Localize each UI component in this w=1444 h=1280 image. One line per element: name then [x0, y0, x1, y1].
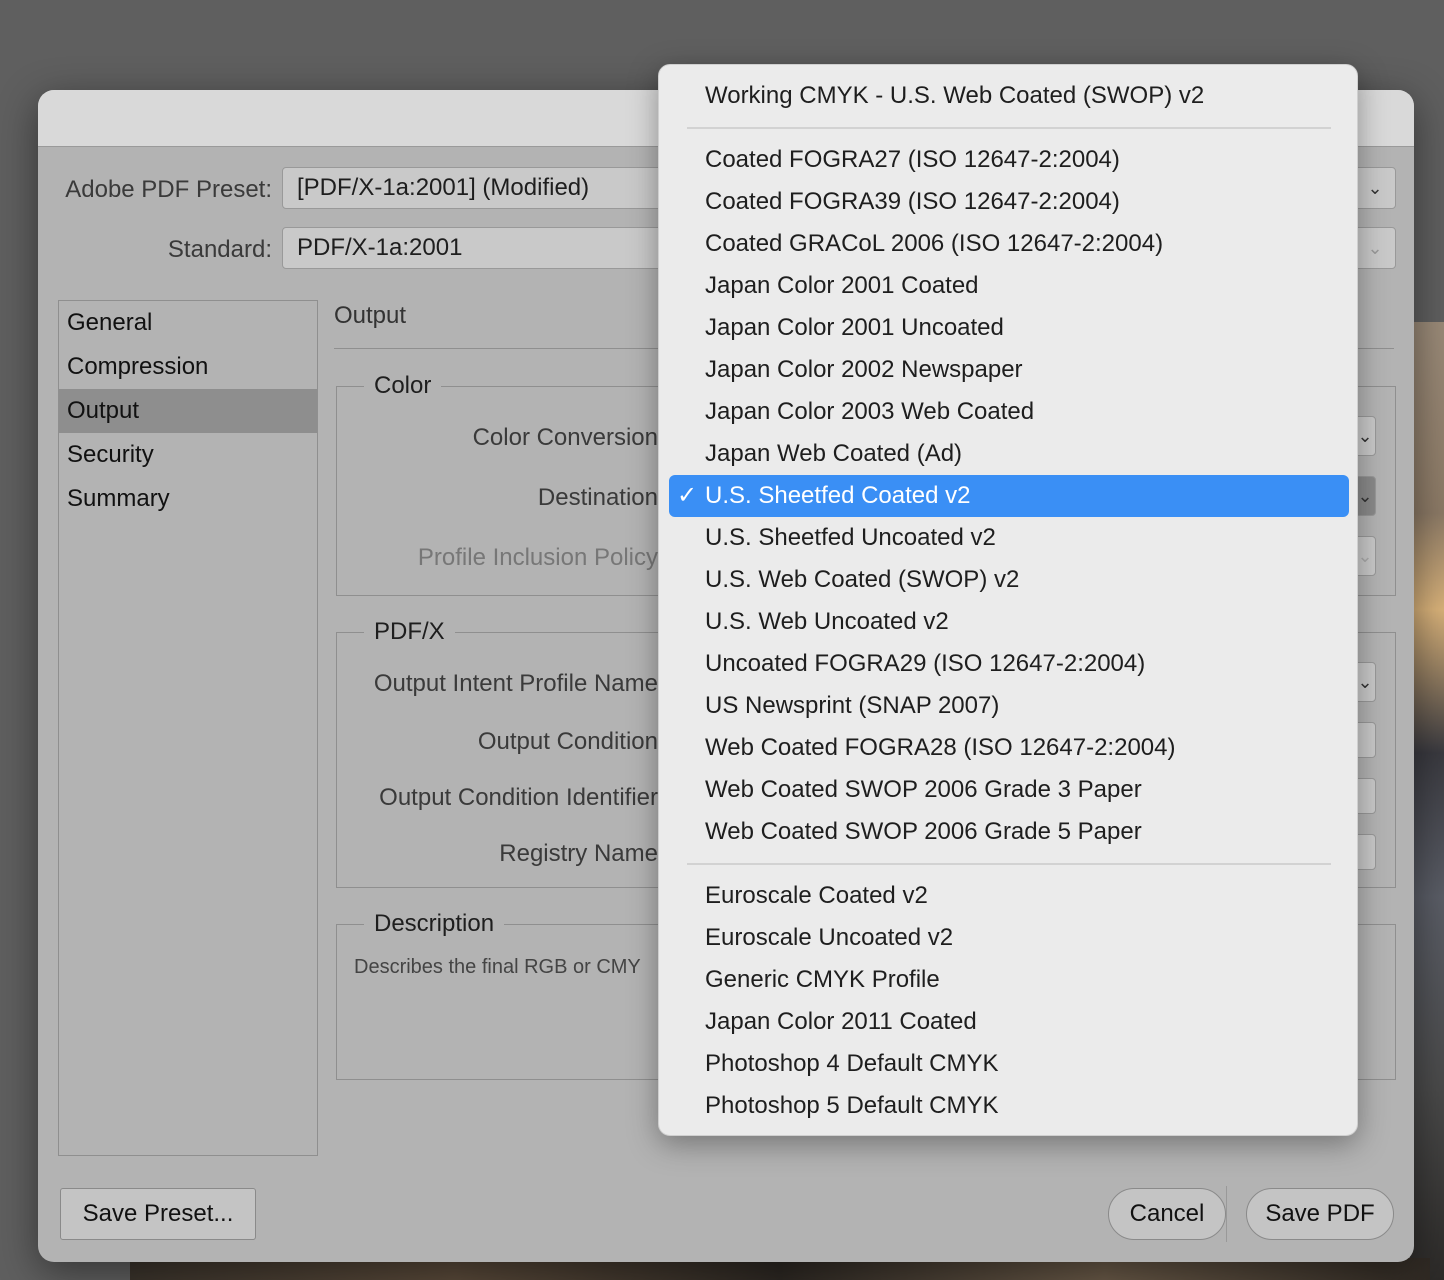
menu-item-japan-color-2001-coated[interactable]: Japan Color 2001 Coated [669, 265, 1349, 307]
menu-item-u-s-sheetfed-uncoated-v2[interactable]: U.S. Sheetfed Uncoated v2 [669, 517, 1349, 559]
background-photo [1410, 322, 1444, 1280]
menu-item-u-s-web-uncoated-v2[interactable]: U.S. Web Uncoated v2 [669, 601, 1349, 643]
checkmark-icon: ✓ [677, 482, 698, 509]
menu-item-label: Web Coated SWOP 2006 Grade 3 Paper [705, 776, 1142, 803]
standard-chevron-down-icon[interactable]: ⌄ [1354, 227, 1396, 269]
preset-select[interactable]: [PDF/X-1a:2001] (Modified) [282, 167, 702, 209]
menu-item-label: Web Coated SWOP 2006 Grade 5 Paper [705, 818, 1142, 845]
menu-item-label: U.S. Sheetfed Coated v2 [705, 482, 971, 509]
menu-item-uncoated-fogra29-iso-12647-2-2004[interactable]: Uncoated FOGRA29 (ISO 12647-2:2004) [669, 643, 1349, 685]
menu-item-web-coated-swop-2006-grade-5-paper[interactable]: Web Coated SWOP 2006 Grade 5 Paper [669, 811, 1349, 853]
sidebar-item-general[interactable]: General [59, 301, 317, 345]
menu-item-label: Coated FOGRA27 (ISO 12647-2:2004) [705, 146, 1120, 173]
menu-separator [687, 863, 1331, 865]
pdfx-group-title: PDF/X [364, 618, 455, 646]
profile-policy-label: Profile Inclusion Policy [417, 544, 658, 571]
cancel-button[interactable]: Cancel [1108, 1188, 1226, 1240]
menu-item-label: Japan Web Coated (Ad) [705, 440, 963, 467]
menu-item-photoshop-5-default-cmyk[interactable]: Photoshop 5 Default CMYK [669, 1085, 1349, 1127]
button-divider [1226, 1186, 1227, 1242]
menu-item-label: Photoshop 4 Default CMYK [705, 1050, 999, 1077]
color-group-title: Color [364, 372, 442, 400]
menu-item-generic-cmyk-profile[interactable]: Generic CMYK Profile [669, 959, 1349, 1001]
menu-item-euroscale-coated-v2[interactable]: Euroscale Coated v2 [669, 875, 1349, 917]
menu-item-label: Japan Color 2002 Newspaper [705, 356, 1023, 383]
menu-separator [687, 127, 1331, 129]
save-pdf-button[interactable]: Save PDF [1246, 1188, 1394, 1240]
menu-item-working-cmyk-u-s-web-coated-swop-v2[interactable]: Working CMYK - U.S. Web Coated (SWOP) v2 [669, 75, 1349, 117]
menu-item-photoshop-4-default-cmyk[interactable]: Photoshop 4 Default CMYK [669, 1043, 1349, 1085]
output-condition-label: Output Condition [477, 728, 658, 755]
sidebar: General Compression Output Security Summ… [58, 300, 318, 1156]
sidebar-item-security[interactable]: Security [59, 433, 317, 477]
standard-select[interactable]: PDF/X-1a:2001 [282, 227, 702, 269]
menu-item-label: Uncoated FOGRA29 (ISO 12647-2:2004) [705, 650, 1146, 677]
menu-item-u-s-web-coated-swop-v2[interactable]: U.S. Web Coated (SWOP) v2 [669, 559, 1349, 601]
output-intent-label: Output Intent Profile Name [373, 670, 658, 697]
standard-label: Standard: [167, 236, 272, 263]
preset-chevron-down-icon[interactable]: ⌄ [1354, 167, 1396, 209]
sidebar-item-output[interactable]: Output [59, 389, 317, 433]
menu-item-japan-color-2011-coated[interactable]: Japan Color 2011 Coated [669, 1001, 1349, 1043]
menu-item-label: Working CMYK - U.S. Web Coated (SWOP) v2 [705, 82, 1205, 109]
destination-dropdown-menu: Working CMYK - U.S. Web Coated (SWOP) v2… [658, 64, 1358, 1136]
menu-item-web-coated-swop-2006-grade-3-paper[interactable]: Web Coated SWOP 2006 Grade 3 Paper [669, 769, 1349, 811]
description-text: Describes the final RGB or CMY [354, 956, 641, 978]
menu-item-u-s-sheetfed-coated-v2[interactable]: ✓ U.S. Sheetfed Coated v2 [669, 475, 1349, 517]
sidebar-item-summary[interactable]: Summary [59, 477, 317, 521]
menu-item-label: Photoshop 5 Default CMYK [705, 1092, 999, 1119]
menu-item-label: Japan Color 2003 Web Coated [705, 398, 1035, 425]
save-preset-button[interactable]: Save Preset... [60, 1188, 256, 1240]
menu-item-label: Japan Color 2001 Uncoated [705, 314, 1004, 341]
menu-item-web-coated-fogra28-iso-12647-2-2004[interactable]: Web Coated FOGRA28 (ISO 12647-2:2004) [669, 727, 1349, 769]
menu-item-japan-color-2002-newspaper[interactable]: Japan Color 2002 Newspaper [669, 349, 1349, 391]
color-conversion-label: Color Conversion [472, 424, 658, 451]
menu-item-label: Euroscale Coated v2 [705, 882, 928, 909]
menu-item-label: Euroscale Uncoated v2 [705, 924, 954, 951]
menu-item-label: Generic CMYK Profile [705, 966, 940, 993]
destination-label: Destination [537, 484, 658, 511]
menu-item-japan-color-2001-uncoated[interactable]: Japan Color 2001 Uncoated [669, 307, 1349, 349]
menu-item-coated-fogra39-iso-12647-2-2004[interactable]: Coated FOGRA39 (ISO 12647-2:2004) [669, 181, 1349, 223]
output-condition-id-label: Output Condition Identifier [379, 784, 658, 811]
menu-item-label: Coated FOGRA39 (ISO 12647-2:2004) [705, 188, 1120, 215]
menu-item-japan-web-coated-ad[interactable]: Japan Web Coated (Ad) [669, 433, 1349, 475]
menu-item-japan-color-2003-web-coated[interactable]: Japan Color 2003 Web Coated [669, 391, 1349, 433]
menu-item-label: U.S. Sheetfed Uncoated v2 [705, 524, 996, 551]
menu-item-label: U.S. Web Coated (SWOP) v2 [705, 566, 1020, 593]
menu-item-coated-fogra27-iso-12647-2-2004[interactable]: Coated FOGRA27 (ISO 12647-2:2004) [669, 139, 1349, 181]
sidebar-item-compression[interactable]: Compression [59, 345, 317, 389]
menu-item-euroscale-uncoated-v2[interactable]: Euroscale Uncoated v2 [669, 917, 1349, 959]
description-group-title: Description [364, 910, 505, 938]
menu-item-us-newsprint-snap-2007[interactable]: US Newsprint (SNAP 2007) [669, 685, 1349, 727]
panel-title: Output [334, 302, 407, 329]
menu-item-label: Japan Color 2011 Coated [705, 1008, 977, 1035]
menu-item-label: US Newsprint (SNAP 2007) [705, 692, 1000, 719]
menu-item-coated-gracol-2006-iso-12647-2-2004[interactable]: Coated GRACoL 2006 (ISO 12647-2:2004) [669, 223, 1349, 265]
menu-item-label: Web Coated FOGRA28 (ISO 12647-2:2004) [705, 734, 1176, 761]
preset-label: Adobe PDF Preset: [65, 176, 272, 203]
menu-item-label: U.S. Web Uncoated v2 [705, 608, 949, 635]
registry-name-label: Registry Name [499, 840, 658, 867]
menu-item-label: Japan Color 2001 Coated [705, 272, 979, 299]
menu-item-label: Coated GRACoL 2006 (ISO 12647-2:2004) [705, 230, 1164, 257]
